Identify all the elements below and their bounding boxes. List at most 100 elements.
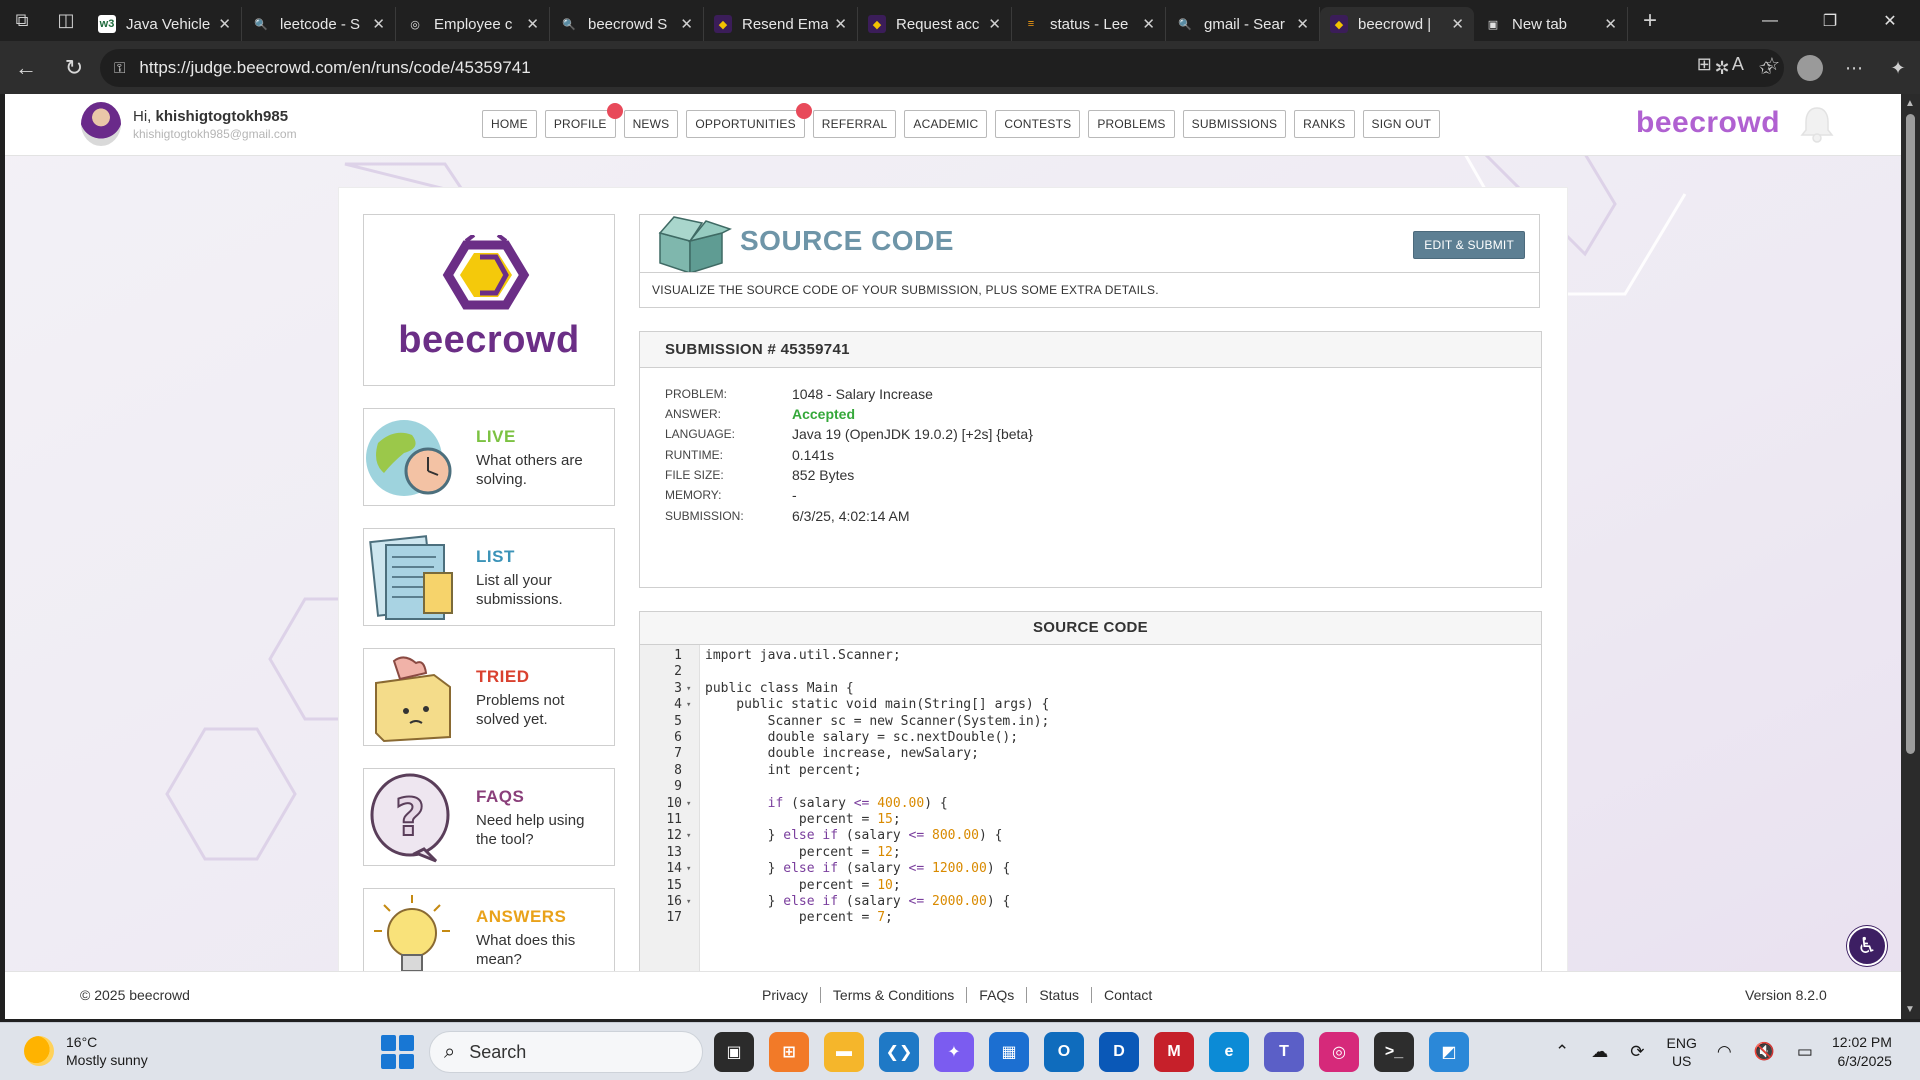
start-button[interactable] [381, 1035, 415, 1069]
profile-avatar[interactable] [1788, 49, 1832, 87]
terminal-icon[interactable]: >_ [1374, 1032, 1414, 1072]
onedrive-icon[interactable]: ☁ [1591, 1042, 1608, 1062]
nav-label: ACADEMIC [913, 117, 979, 131]
sidebar-card-live[interactable]: LIVE What others are solving. [363, 408, 615, 506]
bell-icon[interactable] [1799, 104, 1835, 144]
browser-tab[interactable]: ◎ Employee c ✕ [396, 7, 550, 41]
scroll-down-icon[interactable]: ▼ [1905, 1004, 1915, 1015]
nav-ranks[interactable]: RANKS [1294, 110, 1355, 138]
browser-tab[interactable]: ≡ status - Lee ✕ [1012, 7, 1166, 41]
nav-submissions[interactable]: SUBMISSIONS [1182, 110, 1287, 138]
volume-muted-icon[interactable]: 🔇 [1754, 1042, 1775, 1062]
tab-favicon-icon: 🔍 [254, 18, 268, 31]
new-tab-button[interactable]: + [1628, 4, 1672, 38]
browser-tab[interactable]: w3 Java Vehicle ✕ [88, 7, 242, 41]
sidebar-card-faqs[interactable]: ? FAQS Need help using the tool? [363, 768, 615, 866]
restore-button[interactable]: ❐ [1800, 0, 1860, 41]
outlook-icon[interactable]: O [1044, 1032, 1084, 1072]
vertical-tabs-icon[interactable]: ◫ [44, 0, 88, 41]
language-indicator[interactable]: ENG US [1667, 1034, 1697, 1070]
minimize-button[interactable]: — [1740, 0, 1800, 41]
detail-label: ANSWER: [665, 407, 722, 421]
browser-tab[interactable]: ▣ New tab ✕ [1474, 7, 1628, 41]
edit-submit-button[interactable]: EDIT & SUBMIT [1413, 231, 1525, 259]
page-scrollbar[interactable]: ▲ ▼ [1901, 94, 1920, 1019]
wifi-icon[interactable]: ◠ [1717, 1042, 1732, 1062]
card-description: What others are solving. [476, 452, 583, 488]
nav-label: CONTESTS [1004, 117, 1072, 131]
sync-icon[interactable]: ⟳ [1630, 1042, 1644, 1062]
browser-tab[interactable]: ◆ beecrowd | ✕ [1320, 7, 1474, 41]
taskbar-search[interactable]: ⌕ Search [429, 1031, 703, 1073]
edge-icon[interactable]: e [1209, 1032, 1249, 1072]
scroll-thumb[interactable] [1906, 114, 1915, 754]
accessibility-icon[interactable]: ♿ [1847, 926, 1887, 966]
tab-close-icon[interactable]: ✕ [988, 15, 1001, 33]
more-menu-icon[interactable]: ⋯ [1832, 49, 1876, 87]
footer-link-status[interactable]: Status [1027, 987, 1093, 1003]
tab-close-icon[interactable]: ✕ [526, 15, 539, 33]
footer-link-terms-conditions[interactable]: Terms & Conditions [821, 987, 968, 1003]
teams-icon[interactable]: T [1264, 1032, 1304, 1072]
vscode-icon[interactable]: ❮❯ [879, 1032, 919, 1072]
file-explorer-icon[interactable]: ▬ [824, 1032, 864, 1072]
tab-close-icon[interactable]: ✕ [1604, 15, 1617, 33]
instagram-icon[interactable]: ◎ [1319, 1032, 1359, 1072]
url-field[interactable]: ⚿ https://judge.beecrowd.com/en/runs/cod… [100, 49, 1784, 87]
sidebar-card-list[interactable]: LIST List all your submissions. [363, 528, 615, 626]
sidebar-card-tried[interactable]: TRIED Problems not solved yet. [363, 648, 615, 746]
browser-tab[interactable]: 🔍 beecrowd S ✕ [550, 7, 704, 41]
close-window-button[interactable]: ✕ [1860, 0, 1920, 41]
task-view-icon[interactable]: ▣ [714, 1032, 754, 1072]
detail-value[interactable]: 1048 - Salary Increase [792, 386, 933, 402]
nav-opportunities[interactable]: OPPORTUNITIES [686, 103, 812, 138]
nav-sign-out[interactable]: SIGN OUT [1362, 110, 1441, 138]
dell-icon[interactable]: D [1099, 1032, 1139, 1072]
copilot-icon[interactable]: ✦ [934, 1032, 974, 1072]
chevron-up-icon[interactable]: ⌃ [1555, 1042, 1569, 1062]
nav-home[interactable]: HOME [482, 110, 537, 138]
source-code-header: SOURCE CODE EDIT & SUBMIT VISUALIZE THE … [639, 214, 1540, 308]
workspaces-icon[interactable]: ⧉ [0, 0, 44, 41]
nav-academic[interactable]: ACADEMIC [904, 110, 988, 138]
extensions-icon[interactable]: ✲ [1700, 49, 1744, 87]
nav-referral[interactable]: REFERRAL [812, 110, 897, 138]
tab-close-icon[interactable]: ✕ [1142, 15, 1155, 33]
tab-close-icon[interactable]: ✕ [218, 15, 231, 33]
scroll-up-icon[interactable]: ▲ [1905, 98, 1915, 109]
browser-tab[interactable]: ◆ Request acc ✕ [858, 7, 1012, 41]
tab-favicon-icon: ◆ [1330, 15, 1348, 33]
nav-problems[interactable]: PROBLEMS [1088, 110, 1175, 138]
browser-tab[interactable]: 🔍 leetcode - S ✕ [242, 7, 396, 41]
tab-close-icon[interactable]: ✕ [372, 15, 385, 33]
tab-close-icon[interactable]: ✕ [1296, 15, 1309, 33]
app-orange-icon[interactable]: ⊞ [769, 1032, 809, 1072]
site-info-icon[interactable]: ⚿ [114, 60, 125, 77]
nav-news[interactable]: NEWS [623, 110, 679, 138]
weather-widget[interactable]: 16°C Mostly sunny [24, 1033, 148, 1069]
user-avatar[interactable] [81, 102, 121, 146]
nav-contests[interactable]: CONTESTS [995, 110, 1081, 138]
tab-close-icon[interactable]: ✕ [834, 15, 847, 33]
beecrowd-logo-box[interactable]: beecrowd [363, 214, 615, 386]
detail-label: RUNTIME: [665, 448, 723, 462]
favorites-icon[interactable]: ✩ [1744, 49, 1788, 87]
browser-tab[interactable]: 🔍 gmail - Sear ✕ [1166, 7, 1320, 41]
tab-close-icon[interactable]: ✕ [680, 15, 693, 33]
clock[interactable]: 12:02 PM 6/3/2025 [1832, 1033, 1892, 1071]
refresh-icon[interactable]: ↻ [52, 48, 96, 88]
footer-link-privacy[interactable]: Privacy [757, 987, 821, 1003]
back-icon[interactable]: ← [4, 48, 48, 88]
footer-link-faqs[interactable]: FAQs [967, 987, 1028, 1003]
brand-logo[interactable]: beecrowd [1636, 106, 1780, 140]
browser-tab[interactable]: ◆ Resend Ema ✕ [704, 7, 858, 41]
tab-close-icon[interactable]: ✕ [1451, 15, 1464, 33]
store-icon[interactable]: ▦ [989, 1032, 1029, 1072]
battery-icon[interactable]: ▭ [1797, 1042, 1813, 1062]
footer-link-contact[interactable]: Contact [1092, 987, 1164, 1003]
detail-row-problem: PROBLEM: 1048 - Salary Increase [665, 384, 933, 404]
photos-icon[interactable]: ◩ [1429, 1032, 1469, 1072]
nav-profile[interactable]: PROFILE [544, 103, 623, 138]
copilot-icon[interactable]: ✦ [1876, 49, 1920, 87]
mcafee-icon[interactable]: M [1154, 1032, 1194, 1072]
